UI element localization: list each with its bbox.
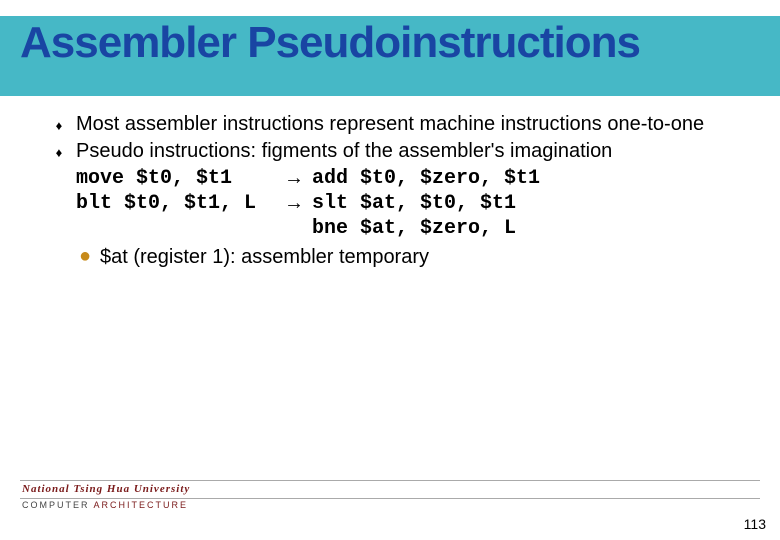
code-left: blt $t0, $t1, L [76, 191, 276, 216]
code-left [76, 216, 276, 241]
page-number: 113 [744, 516, 766, 532]
code-left: move $t0, $t1 [76, 166, 276, 191]
code-row: bne $at, $zero, L [76, 216, 760, 241]
dot-icon: ● [76, 245, 94, 267]
arrow-icon: → [276, 166, 312, 191]
slide: Assembler Pseudoinstructions ♦ Most asse… [0, 0, 780, 540]
arrow-icon: → [276, 191, 312, 216]
sub-bullet-text: $at (register 1): assembler temporary [100, 245, 760, 270]
content-area: ♦ Most assembler instructions represent … [50, 112, 760, 270]
slide-title: Assembler Pseudoinstructions [20, 18, 640, 68]
code-block: move $t0, $t1 → add $t0, $zero, $t1 blt … [76, 166, 760, 241]
bullet-item: ♦ Most assembler instructions represent … [50, 112, 760, 137]
bullet-text: Most assembler instructions represent ma… [76, 112, 760, 137]
dept-prefix: COMPUTER [22, 500, 94, 510]
department-name: COMPUTER ARCHITECTURE [22, 500, 188, 510]
code-row: move $t0, $t1 → add $t0, $zero, $t1 [76, 166, 760, 191]
code-right: slt $at, $t0, $t1 [312, 191, 516, 216]
diamond-icon: ♦ [50, 112, 68, 134]
arrow-spacer [276, 216, 312, 241]
university-name: National Tsing Hua University [22, 483, 190, 495]
bullet-item: ♦ Pseudo instructions: figments of the a… [50, 139, 760, 164]
footer: National Tsing Hua University COMPUTER A… [0, 480, 780, 514]
bullet-text: Pseudo instructions: figments of the ass… [76, 139, 760, 164]
code-right: bne $at, $zero, L [312, 216, 516, 241]
code-row: blt $t0, $t1, L → slt $at, $t0, $t1 [76, 191, 760, 216]
divider [20, 498, 760, 499]
sub-bullet-item: ● $at (register 1): assembler temporary [76, 245, 760, 270]
dept-architecture: ARCHITECTURE [94, 500, 189, 510]
divider [20, 480, 760, 481]
diamond-icon: ♦ [50, 139, 68, 161]
code-right: add $t0, $zero, $t1 [312, 166, 540, 191]
